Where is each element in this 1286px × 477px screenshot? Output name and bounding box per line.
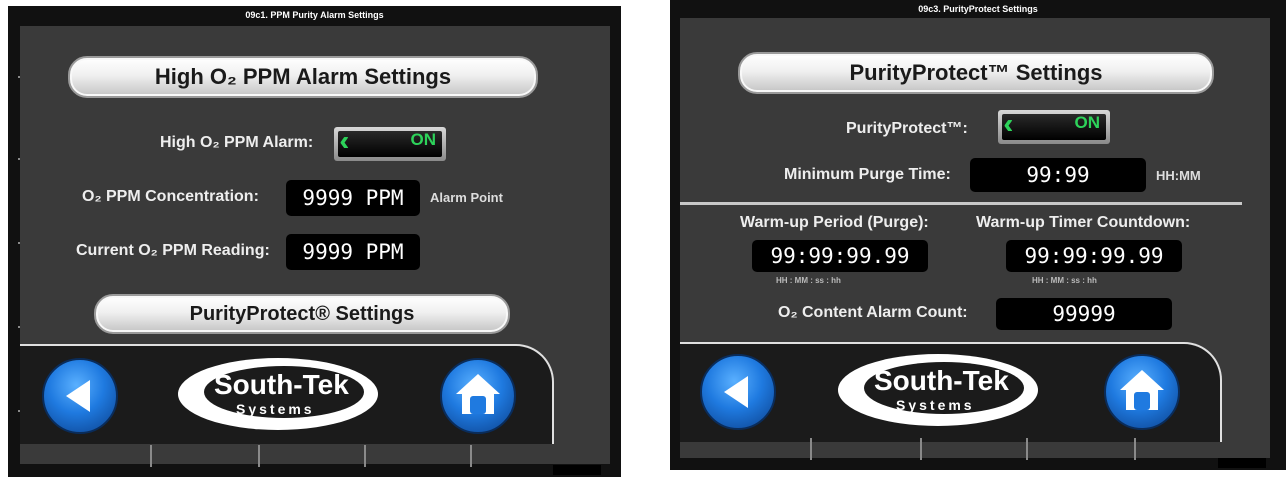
back-button[interactable]: [700, 354, 776, 430]
home-button[interactable]: [1104, 354, 1180, 430]
purityprotect-toggle[interactable]: ‹‹ ON: [998, 108, 1110, 144]
panel-title: 09c3. PurityProtect Settings: [918, 4, 1038, 14]
header-text: PurityProtect™ Settings: [849, 60, 1103, 85]
toggle-state: ON: [410, 130, 437, 149]
purityprotect-label: PurityProtect™:: [846, 120, 968, 137]
bezel-tick: [920, 438, 922, 460]
alarm-label: High O₂ PPM Alarm:: [160, 134, 314, 151]
bezel-tick: [1134, 438, 1136, 460]
alarm-settings-header: High O₂ PPM Alarm Settings: [68, 56, 538, 98]
home-icon: [1120, 370, 1164, 410]
back-arrow-icon: [724, 376, 748, 408]
logo-line1: South-Tek: [214, 369, 349, 400]
countdown-units: HH : MM : ss : hh: [1032, 276, 1097, 285]
back-arrow-icon: [66, 380, 90, 412]
corner-block: [553, 465, 601, 475]
purge-label: Minimum Purge Time:: [784, 166, 951, 183]
warmup-units: HH : MM : ss : hh: [776, 276, 841, 285]
bezel-tick: [364, 445, 366, 467]
purityprotect-settings-button[interactable]: PurityProtect® Settings: [94, 294, 510, 334]
back-button[interactable]: [42, 358, 118, 434]
bezel-tick: [810, 438, 812, 460]
alarm-point-note: Alarm Point: [430, 190, 503, 205]
reading-label: Current O₂ PPM Reading:: [76, 242, 270, 259]
warmup-field[interactable]: 99:99:99.99: [752, 240, 928, 272]
logo-line2: Systems: [236, 401, 315, 417]
screen: High O₂ PPM Alarm Settings High O₂ PPM A…: [20, 26, 610, 464]
concentration-field[interactable]: 9999 PPM: [286, 180, 420, 216]
bezel-tick: [470, 445, 472, 467]
warmup-label: Warm-up Period (Purge):: [740, 214, 929, 231]
toggle-state: ON: [1074, 113, 1101, 132]
home-button[interactable]: [440, 358, 516, 434]
logo-line1: South-Tek: [874, 365, 1009, 396]
purge-field[interactable]: 99:99: [970, 158, 1146, 192]
nav-bar: South-Tek Systems: [680, 342, 1222, 442]
bezel-tick: [1026, 438, 1028, 460]
reading-value: 9999 PPM: [286, 234, 420, 270]
panel-title: 09c1. PPM Purity Alarm Settings: [245, 10, 384, 20]
countdown-label: Warm-up Timer Countdown:: [976, 214, 1191, 231]
home-icon: [456, 374, 500, 414]
countdown-value: 99:99:99.99: [1006, 240, 1182, 272]
ppm-alarm-panel: 09c1. PPM Purity Alarm Settings High O₂ …: [8, 6, 621, 477]
header-text: High O₂ PPM Alarm Settings: [154, 64, 452, 89]
alarm-count-label: O₂ Content Alarm Count:: [778, 304, 968, 321]
purityprotect-header: PurityProtect™ Settings: [738, 52, 1214, 94]
logo-line2: Systems: [896, 397, 975, 413]
concentration-label: O₂ PPM Concentration:: [82, 188, 259, 205]
bezel-tick: [150, 445, 152, 467]
corner-block: [1218, 458, 1266, 468]
screen: PurityProtect™ Settings PurityProtect™: …: [680, 18, 1270, 458]
purityprotect-panel: 09c3. PurityProtect Settings PurityProte…: [670, 0, 1286, 470]
bezel-tick: [258, 445, 260, 467]
nav-bar: South-Tek Systems: [20, 344, 554, 444]
south-tek-logo: South-Tek Systems: [838, 354, 1038, 426]
button-label: PurityProtect® Settings: [189, 303, 415, 325]
purge-unit: HH:MM: [1156, 168, 1201, 183]
alarm-count-value: 99999: [996, 298, 1172, 330]
alarm-toggle[interactable]: ‹‹ ON: [334, 125, 446, 161]
south-tek-logo: South-Tek Systems: [178, 358, 378, 430]
divider: [680, 202, 1242, 205]
